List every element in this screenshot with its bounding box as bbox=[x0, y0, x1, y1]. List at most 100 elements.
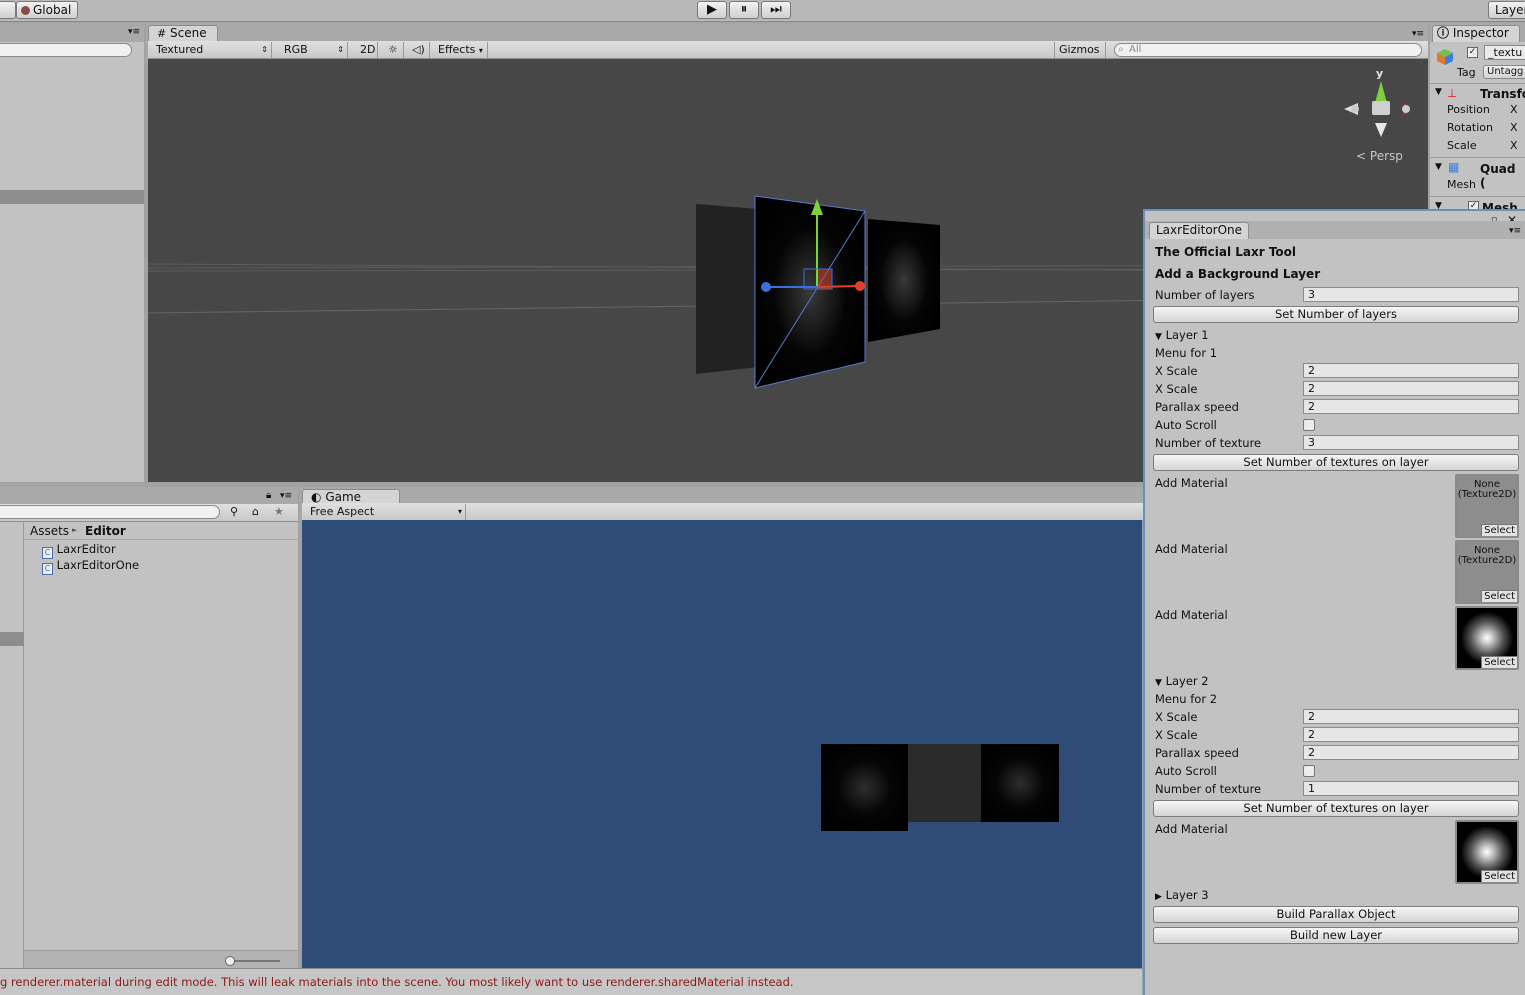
layer-1-foldout[interactable]: ▼ Layer 1 bbox=[1155, 328, 1209, 344]
step-button[interactable]: ⏭ bbox=[761, 1, 791, 19]
layer-1-parallax-field[interactable]: 2 bbox=[1303, 399, 1519, 414]
tab-inspector[interactable]: ⓘ Inspector bbox=[1432, 25, 1520, 42]
color-mode-dropdown[interactable]: RGB ⇕ bbox=[280, 42, 348, 58]
panel-menu-icon[interactable]: ▾≡ bbox=[280, 491, 292, 501]
pause-button[interactable]: ⏸ bbox=[729, 1, 759, 19]
global-toggle-button[interactable]: Global bbox=[16, 1, 79, 19]
foldout-closed-icon: ▶ bbox=[1155, 892, 1162, 902]
breadcrumb-assets[interactable]: Assets bbox=[30, 524, 69, 538]
gizmos-dropdown[interactable]: Gizmos ▾ bbox=[1054, 42, 1106, 70]
render-mode-dropdown[interactable]: Textured ⇕ bbox=[152, 42, 272, 58]
layer-1-material-1-slot[interactable]: None (Texture2D) Select bbox=[1455, 474, 1519, 538]
build-parallax-object-button[interactable]: Build Parallax Object bbox=[1153, 906, 1519, 923]
layer-2-foldout[interactable]: ▼ Layer 2 bbox=[1155, 674, 1209, 690]
layer-2-xscale2-field[interactable]: 2 bbox=[1303, 727, 1519, 742]
persp-toggle[interactable]: < Persp bbox=[1356, 149, 1403, 163]
layer-1-xscale-field[interactable]: 2 bbox=[1303, 363, 1519, 378]
search-placeholder: All bbox=[1129, 44, 1142, 55]
filter-by-label-icon[interactable]: ⌂ bbox=[252, 505, 259, 518]
layer-2-parallax-value: 2 bbox=[1308, 746, 1315, 759]
lock-icon[interactable]: 🔒︎ bbox=[266, 490, 271, 501]
favorite-star-icon[interactable]: ★ bbox=[274, 505, 284, 518]
project-file-item[interactable]: C LaxrEditor bbox=[42, 542, 116, 559]
background-quad-left[interactable] bbox=[696, 204, 758, 374]
color-mode-label: RGB bbox=[284, 43, 308, 56]
panel-menu-icon[interactable]: ▾≡ bbox=[128, 27, 140, 37]
layer-1-xscale2-value: 2 bbox=[1308, 382, 1315, 395]
icon-size-slider-thumb[interactable] bbox=[225, 956, 235, 966]
quad-header[interactable]: ▼ ▦ Quad ( bbox=[1430, 157, 1525, 190]
filter-by-type-icon[interactable]: ⚲ bbox=[230, 505, 238, 518]
mesh-grid-icon: ▦ bbox=[1448, 160, 1460, 174]
tab-scene[interactable]: # Scene bbox=[148, 25, 218, 42]
panel-menu-icon[interactable]: ▾≡ bbox=[1412, 29, 1424, 39]
icon-size-slider-track[interactable] bbox=[230, 960, 280, 962]
layer-3-header: Layer 3 bbox=[1165, 888, 1209, 902]
2d-toggle-button[interactable]: 2D bbox=[356, 42, 378, 58]
transform-header[interactable]: ▼ ⟂ Transfo bbox=[1430, 83, 1525, 101]
hierarchy-tabstrip: ▾≡ bbox=[0, 23, 144, 42]
layer-2-xscale-field[interactable]: 2 bbox=[1303, 709, 1519, 724]
updown-icon: ⇕ bbox=[261, 45, 268, 54]
texture-select-button[interactable]: Select bbox=[1481, 870, 1517, 882]
layer-3-foldout[interactable]: ▶ Layer 3 bbox=[1155, 888, 1209, 904]
audio-toggle-button[interactable]: ◁) bbox=[408, 42, 430, 58]
panel-menu-icon[interactable]: ▾≡ bbox=[1509, 226, 1521, 236]
step-icon: ⏭ bbox=[770, 2, 782, 17]
layer-2-set-textures-button[interactable]: Set Number of textures on layer bbox=[1153, 800, 1519, 817]
texture-select-button[interactable]: Select bbox=[1481, 524, 1517, 536]
laxr-editor-window: ▫ ✕ LaxrEditorOne ▾≡ The Official Laxr T… bbox=[1143, 209, 1525, 995]
number-of-layers-field[interactable]: 3 bbox=[1303, 287, 1519, 302]
layer-1-xscale2-field[interactable]: 2 bbox=[1303, 381, 1519, 396]
layer-1-material-3-slot[interactable]: Select bbox=[1455, 606, 1519, 670]
hierarchy-selected-row[interactable] bbox=[0, 190, 144, 204]
layer-2-parallax-field[interactable]: 2 bbox=[1303, 745, 1519, 760]
scene-search-input[interactable]: ⌕ All bbox=[1114, 43, 1422, 57]
project-file-item[interactable]: C LaxrEditorOne bbox=[42, 558, 139, 575]
layers-dropdown[interactable]: Layer bbox=[1488, 1, 1525, 19]
tag-dropdown[interactable]: Untagg bbox=[1483, 65, 1525, 79]
inspector-tabstrip: ⓘ Inspector bbox=[1430, 23, 1525, 42]
play-button[interactable]: ▶ bbox=[697, 1, 727, 19]
hierarchy-search-input[interactable] bbox=[0, 43, 132, 57]
selected-quad[interactable] bbox=[754, 195, 866, 389]
search-icon: ⌕ bbox=[1118, 44, 1124, 55]
tab-laxr-editor-one[interactable]: LaxrEditorOne bbox=[1149, 222, 1250, 239]
gizmo-z-handle[interactable] bbox=[761, 282, 771, 292]
layer-1-xscale2-label: X Scale bbox=[1155, 382, 1198, 396]
layer-1-set-textures-button[interactable]: Set Number of textures on layer bbox=[1153, 454, 1519, 471]
gizmo-x-handle[interactable] bbox=[855, 281, 865, 291]
layer-2-material-1-slot[interactable]: Select bbox=[1455, 820, 1519, 884]
texture-select-button[interactable]: Select bbox=[1481, 590, 1517, 602]
build-layer-label: Build new Layer bbox=[1289, 928, 1382, 942]
layer-1-material-2-slot[interactable]: None (Texture2D) Select bbox=[1455, 540, 1519, 604]
game-viewport[interactable] bbox=[302, 520, 1142, 968]
object-name-field[interactable]: _textu bbox=[1484, 45, 1525, 60]
project-folder-tree bbox=[0, 522, 24, 968]
folder-tree-selected-row[interactable] bbox=[0, 632, 24, 646]
layer-1-auto-scroll-checkbox[interactable] bbox=[1303, 419, 1315, 431]
project-search-input[interactable] bbox=[0, 505, 220, 519]
effects-dropdown[interactable]: Effects ▾ bbox=[434, 42, 488, 58]
layer-2-num-texture-field[interactable]: 1 bbox=[1303, 781, 1519, 796]
set-number-of-layers-button[interactable]: Set Number of layers bbox=[1153, 306, 1519, 323]
orientation-gizmo[interactable] bbox=[1344, 81, 1410, 137]
dropdown-arrow-icon: ▾ bbox=[457, 507, 462, 516]
breadcrumb-editor[interactable]: Editor bbox=[85, 524, 126, 538]
pivot-toggle-button[interactable] bbox=[0, 1, 16, 19]
game-panel-header: ◐ Game Free Aspect ▾ bbox=[300, 487, 1143, 521]
layer-1-num-texture-field[interactable]: 3 bbox=[1303, 435, 1519, 450]
file-name-laxreditor: LaxrEditor bbox=[56, 542, 116, 556]
aspect-dropdown[interactable]: Free Aspect ▾ bbox=[306, 504, 466, 520]
tool-title: The Official Laxr Tool bbox=[1155, 245, 1297, 259]
console-status-bar[interactable]: g renderer.material during edit mode. Th… bbox=[0, 968, 1142, 995]
layer-2-auto-scroll-checkbox[interactable] bbox=[1303, 765, 1315, 777]
layer-2-material-1-label: Add Material bbox=[1155, 822, 1228, 836]
sun-icon: ☼ bbox=[388, 43, 398, 56]
lighting-toggle-button[interactable]: ☼ bbox=[384, 42, 404, 58]
build-new-layer-button[interactable]: Build new Layer bbox=[1153, 927, 1519, 944]
active-checkbox[interactable]: ✓ bbox=[1467, 47, 1478, 58]
texture-select-button[interactable]: Select bbox=[1481, 656, 1517, 668]
rotation-x-label: X bbox=[1510, 121, 1518, 134]
background-quad-right[interactable] bbox=[868, 219, 940, 342]
